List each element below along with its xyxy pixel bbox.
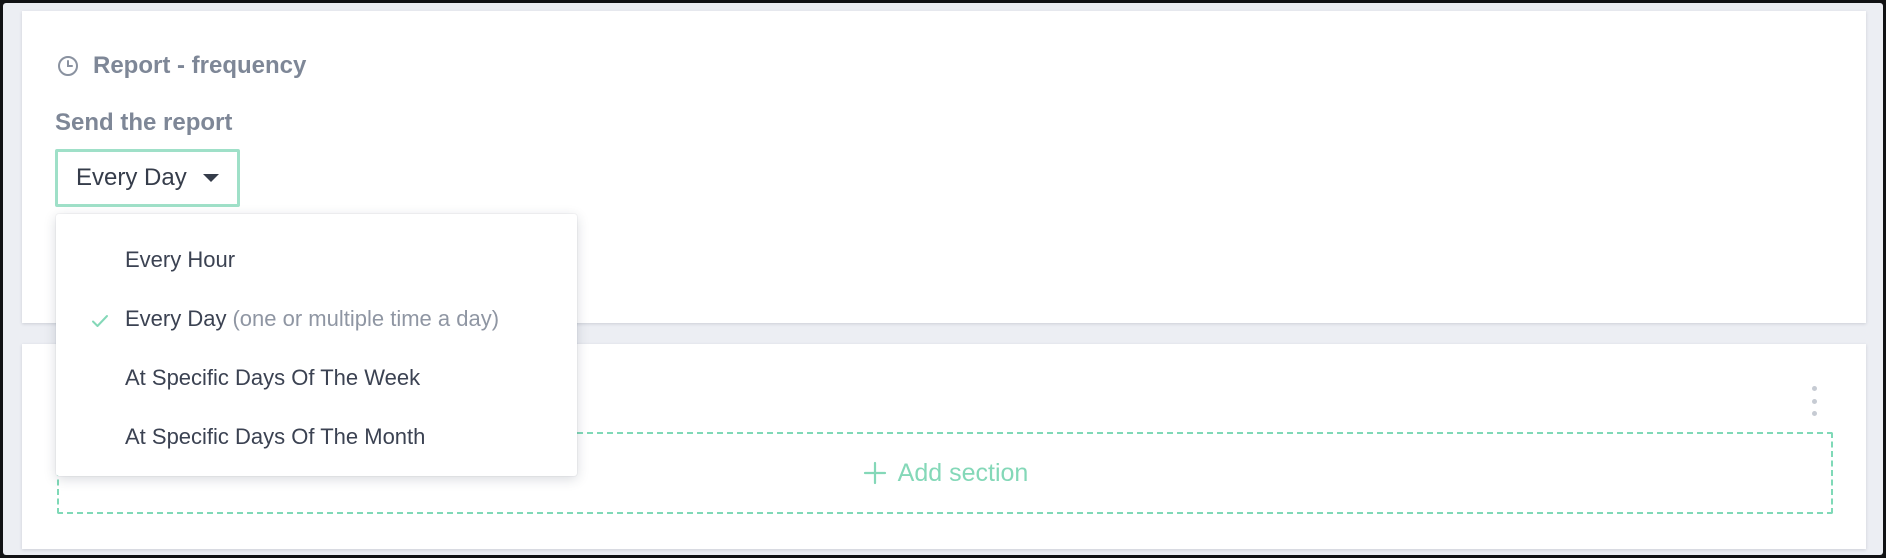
frequency-select[interactable]: Every Day <box>55 149 240 207</box>
dropdown-option-days-of-month[interactable]: At Specific Days Of The Month <box>56 407 577 466</box>
dropdown-option-every-day[interactable]: Every Day (one or multiple time a day) <box>56 289 577 348</box>
frequency-dropdown-menu: Every Hour Every Day (one or multiple ti… <box>56 214 577 476</box>
app-frame: Report - frequency Send the report Every… <box>3 3 1883 555</box>
option-note: (one or multiple time a day) <box>232 305 500 331</box>
plus-icon <box>862 460 888 486</box>
option-label: At Specific Days Of The Week <box>125 364 421 390</box>
send-report-label: Send the report <box>55 109 233 136</box>
card-header: Report - frequency <box>57 51 306 81</box>
clock-icon <box>57 55 79 77</box>
page-title: Report - frequency <box>93 52 307 79</box>
dropdown-option-every-hour[interactable]: Every Hour <box>56 230 577 289</box>
caret-down-icon <box>202 174 219 182</box>
option-label: Every Hour <box>125 246 236 272</box>
option-label: At Specific Days Of The Month <box>125 423 426 449</box>
option-label: Every Day <box>125 305 227 331</box>
check-icon <box>91 309 109 327</box>
add-section-label: Add section <box>897 458 1029 487</box>
frequency-select-value: Every Day <box>76 164 187 191</box>
dropdown-option-days-of-week[interactable]: At Specific Days Of The Week <box>56 348 577 407</box>
kebab-menu-icon[interactable] <box>1810 386 1818 416</box>
